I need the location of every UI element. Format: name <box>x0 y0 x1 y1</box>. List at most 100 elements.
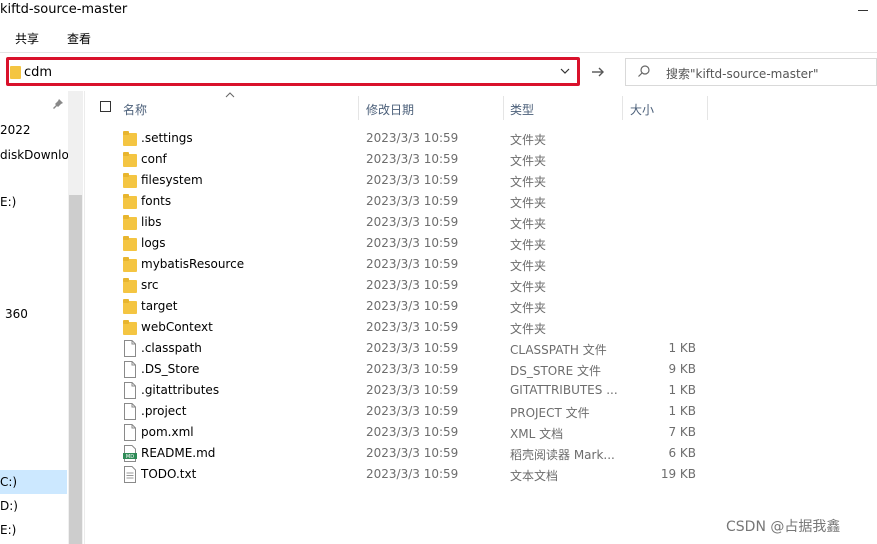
go-arrow-icon[interactable] <box>588 63 608 81</box>
file-row[interactable]: webContext 2023/3/3 10:59 文件夹 <box>90 317 710 338</box>
folder-icon <box>123 277 137 294</box>
ribbon-tab-view[interactable]: 查看 <box>67 30 91 47</box>
file-row[interactable]: target 2023/3/3 10:59 文件夹 <box>90 296 710 317</box>
file-date: 2023/3/3 10:59 <box>366 467 459 481</box>
markdown-icon: MD <box>123 445 137 462</box>
file-type: 文件夹 <box>510 280 547 294</box>
folder-icon <box>123 256 137 273</box>
minimize-button[interactable] <box>848 0 877 20</box>
file-row[interactable]: src 2023/3/3 10:59 文件夹 <box>90 275 710 296</box>
file-date: 2023/3/3 10:59 <box>366 362 459 376</box>
nav-item-2022[interactable]: 2022 <box>0 123 31 137</box>
folder-icon <box>123 130 137 147</box>
file-row[interactable]: .settings 2023/3/3 10:59 文件夹 <box>90 128 710 149</box>
file-date: 2023/3/3 10:59 <box>366 341 459 355</box>
file-name: webContext <box>141 320 213 334</box>
file-date: 2023/3/3 10:59 <box>366 383 459 397</box>
file-size: 6 KB <box>668 446 696 460</box>
file-type: 文件夹 <box>510 217 547 231</box>
file-size: 9 KB <box>668 362 696 376</box>
file-date: 2023/3/3 10:59 <box>366 131 459 145</box>
file-name: pom.xml <box>141 425 194 439</box>
file-icon <box>123 361 137 378</box>
address-input[interactable] <box>24 63 544 81</box>
file-type: 文件夹 <box>510 154 547 168</box>
search-icon <box>638 65 650 77</box>
file-size: 1 KB <box>668 383 696 397</box>
nav-item-diskdownload[interactable]: diskDownlo <box>0 148 69 162</box>
file-date: 2023/3/3 10:59 <box>366 278 459 292</box>
nav-scrollbar-thumb[interactable] <box>69 195 82 544</box>
nav-item-drive-c[interactable]: C:) <box>0 475 17 489</box>
file-row[interactable]: .DS_Store 2023/3/3 10:59 DS_STORE 文件 9 KB <box>90 359 710 380</box>
folder-icon <box>123 214 137 231</box>
file-row[interactable]: logs 2023/3/3 10:59 文件夹 <box>90 233 710 254</box>
column-separator[interactable] <box>358 96 359 120</box>
file-date: 2023/3/3 10:59 <box>366 425 459 439</box>
file-row[interactable]: libs 2023/3/3 10:59 文件夹 <box>90 212 710 233</box>
file-name: filesystem <box>141 173 203 187</box>
column-header-size[interactable]: 大小 <box>630 101 654 118</box>
nav-item-drive-e-2[interactable]: E:) <box>0 523 16 537</box>
file-row[interactable]: filesystem 2023/3/3 10:59 文件夹 <box>90 170 710 191</box>
folder-icon <box>123 298 137 315</box>
nav-item-drive-e[interactable]: E:) <box>0 195 16 209</box>
file-row[interactable]: .project 2023/3/3 10:59 PROJECT 文件 1 KB <box>90 401 710 422</box>
file-size: 1 KB <box>668 341 696 355</box>
file-size: 1 KB <box>668 404 696 418</box>
column-separator[interactable] <box>503 96 504 120</box>
file-name: target <box>141 299 178 313</box>
file-name: .project <box>141 404 187 418</box>
file-icon <box>123 382 137 399</box>
file-row[interactable]: fonts 2023/3/3 10:59 文件夹 <box>90 191 710 212</box>
folder-icon <box>123 172 137 189</box>
file-type: 文件夹 <box>510 322 547 336</box>
file-type: XML 文档 <box>510 427 564 441</box>
column-separator[interactable] <box>622 96 623 120</box>
folder-icon <box>123 235 137 252</box>
nav-item-360[interactable]: 360 <box>5 307 28 321</box>
file-row[interactable]: .gitattributes 2023/3/3 10:59 GITATTRIBUTE… <box>90 380 710 401</box>
file-type: 文件夹 <box>510 175 547 189</box>
file-date: 2023/3/3 10:59 <box>366 194 459 208</box>
file-date: 2023/3/3 10:59 <box>366 236 459 250</box>
column-header-type[interactable]: 类型 <box>510 101 534 118</box>
chevron-down-icon[interactable] <box>558 64 572 78</box>
column-header-date[interactable]: 修改日期 <box>366 101 414 118</box>
file-date: 2023/3/3 10:59 <box>366 446 459 460</box>
file-icon <box>123 340 137 357</box>
file-date: 2023/3/3 10:59 <box>366 404 459 418</box>
column-header-name[interactable]: 名称 <box>123 101 147 118</box>
watermark: CSDN @占据我鑫 <box>726 519 841 535</box>
file-name: mybatisResource <box>141 257 245 271</box>
file-name: TODO.txt <box>141 467 197 481</box>
ribbon-divider <box>0 52 877 53</box>
file-name: conf <box>141 152 167 166</box>
file-row[interactable]: mybatisResource 2023/3/3 10:59 文件夹 <box>90 254 710 275</box>
file-row[interactable]: .classpath 2023/3/3 10:59 CLASSPATH 文件 1 KB <box>90 338 710 359</box>
search-placeholder[interactable]: 搜索"kiftd-source-master" <box>666 65 819 82</box>
select-all-checkbox[interactable] <box>100 101 111 112</box>
ribbon-tab-share[interactable]: 共享 <box>15 30 39 47</box>
nav-item-drive-d[interactable]: D:) <box>0 499 18 513</box>
file-row[interactable]: MD README.md 2023/3/3 10:59 稻壳阅读器 Mark... 6 … <box>90 443 710 464</box>
file-size: 19 KB <box>660 467 696 481</box>
file-type: 文件夹 <box>510 259 547 273</box>
file-type: 文件夹 <box>510 196 547 210</box>
file-type: DS_STORE 文件 <box>510 364 601 378</box>
file-size: 7 KB <box>668 425 696 439</box>
column-separator[interactable] <box>707 96 708 120</box>
pin-icon[interactable] <box>52 98 64 110</box>
folder-icon <box>123 151 137 168</box>
folder-icon <box>123 193 137 210</box>
file-name: logs <box>141 236 166 250</box>
file-name: .settings <box>141 131 193 145</box>
file-row[interactable]: TODO.txt 2023/3/3 10:59 文本文档 19 KB <box>90 464 710 485</box>
nav-divider <box>84 91 85 544</box>
folder-icon <box>123 319 137 336</box>
svg-text:MD: MD <box>126 454 134 460</box>
file-date: 2023/3/3 10:59 <box>366 152 459 166</box>
file-row[interactable]: conf 2023/3/3 10:59 文件夹 <box>90 149 710 170</box>
file-date: 2023/3/3 10:59 <box>366 320 459 334</box>
file-row[interactable]: pom.xml 2023/3/3 10:59 XML 文档 7 KB <box>90 422 710 443</box>
